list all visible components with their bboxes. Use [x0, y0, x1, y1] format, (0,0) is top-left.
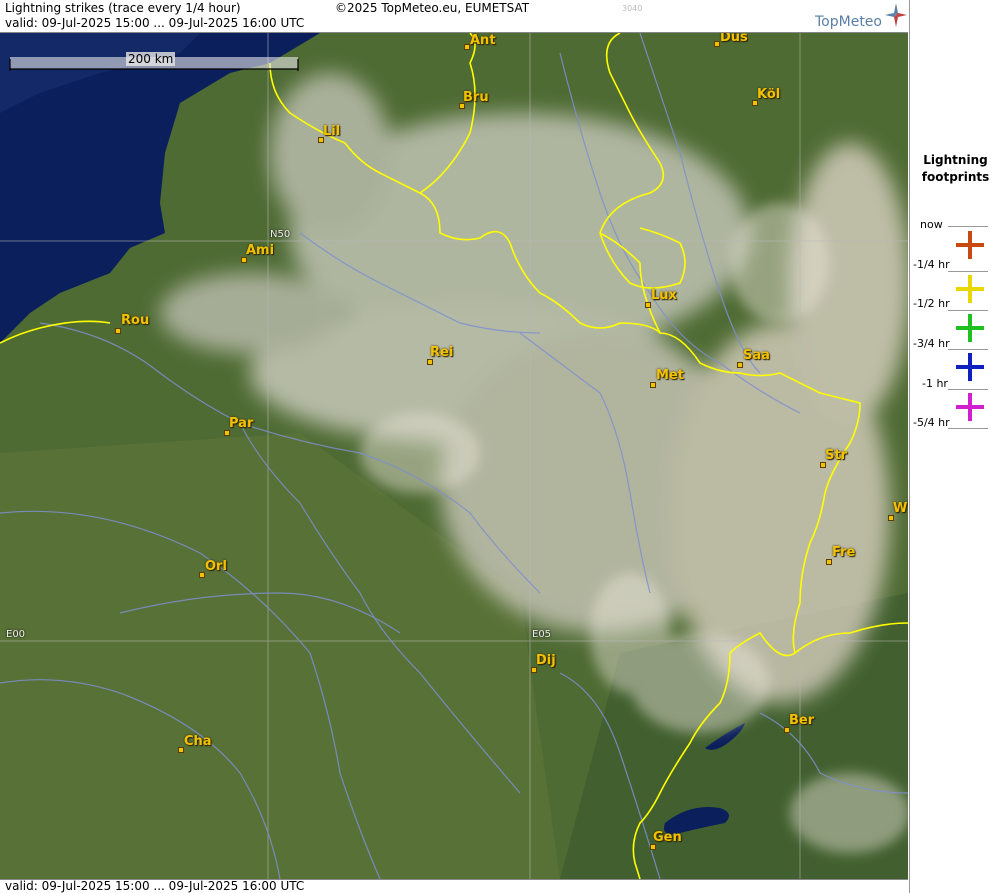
legend-label: -1 hr: [922, 377, 948, 390]
legend-divider: [948, 226, 988, 227]
header-bar: Lightning strikes (trace every 1/4 hour)…: [0, 0, 908, 33]
legend-item-five-quarter: -5/4 hr: [910, 412, 1000, 450]
city-label: Bru: [463, 90, 489, 105]
legend-title-line1: Lightning: [923, 153, 988, 167]
legend-label: -1/2 hr: [913, 297, 950, 310]
city-label: Rei: [430, 345, 454, 360]
city-label: Ber: [789, 713, 815, 728]
city-label: Dij: [536, 653, 556, 668]
map-title: Lightning strikes (trace every 1/4 hour): [5, 1, 241, 15]
city-label: Köl: [757, 87, 781, 102]
grid-label-n50: N50: [270, 229, 291, 240]
legend-item-quarter: -1/4 hr: [910, 255, 1000, 303]
scale-label: 200 km: [126, 52, 176, 66]
city-label: Ant: [470, 33, 496, 48]
legend-label: -3/4 hr: [913, 337, 950, 350]
footer-valid-time: valid: 09-Jul-2025 15:00 ... 09-Jul-2025…: [0, 879, 908, 893]
legend-divider: [948, 428, 988, 429]
legend-divider: [948, 389, 988, 390]
image-code: 3040: [622, 4, 643, 13]
brand-logo-text: TopMeteo: [815, 14, 882, 30]
legend-item-half: -1/2 hr: [910, 294, 1000, 342]
legend-title-line2: footprints: [921, 170, 990, 184]
compass-icon: [885, 3, 907, 27]
city-label: Gen: [653, 830, 682, 845]
copyright-text: ©2025 TopMeteo.eu, EUMETSAT: [335, 1, 530, 15]
legend-item-three-quarter: -3/4 hr: [910, 333, 1000, 381]
valid-time: valid: 09-Jul-2025 15:00 ... 09-Jul-2025…: [5, 16, 305, 30]
city-label: Lux: [651, 288, 677, 303]
city-label: Rou: [121, 313, 150, 328]
legend-panel: Lightning footprints now -1/4 hr -1/2 hr…: [909, 0, 1000, 893]
legend-divider: [948, 271, 988, 272]
city-label: Ami: [246, 243, 275, 258]
city-label: Par: [229, 416, 254, 431]
legend-label: now: [920, 218, 943, 231]
legend-label: -1/4 hr: [913, 258, 950, 271]
legend-divider: [948, 349, 988, 350]
satellite-map[interactable]: 200 km N50 E00 E05 Ant Düs Bru Köl Lil A…: [0, 33, 908, 879]
city-label: Str: [825, 448, 847, 463]
city-label: Met: [656, 368, 684, 383]
city-dot: [115, 328, 121, 334]
city-label: W: [893, 501, 908, 516]
grid-label-e00: E00: [6, 629, 26, 640]
grid-label-e05: E05: [532, 629, 552, 640]
legend-label: -5/4 hr: [913, 416, 950, 429]
city-label: Fre: [832, 545, 856, 560]
city-label: Saa: [743, 348, 770, 363]
city-label: Orl: [205, 559, 227, 574]
city-label: Düs: [720, 33, 748, 45]
city-label: Cha: [184, 734, 212, 749]
city-label: Lil: [323, 124, 341, 139]
map-canvas: [0, 33, 908, 879]
legend-item-now: now: [910, 217, 1000, 259]
legend-title: Lightning footprints: [910, 152, 1000, 186]
legend-item-one-hour: -1 hr: [910, 373, 1000, 421]
legend-divider: [948, 310, 988, 311]
